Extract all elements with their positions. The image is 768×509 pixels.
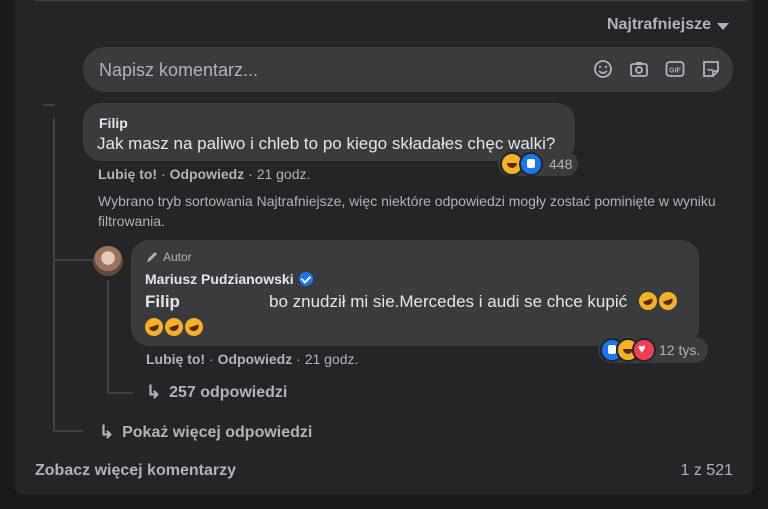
comment-text: Jak masz na paliwo i chleb to po kiego s… (97, 134, 556, 153)
like-reaction-icon (519, 152, 543, 176)
sort-notice: Wybrano tryb sortowania Najtrafniejsze, … (98, 193, 716, 229)
mention-link[interactable]: Filip (145, 292, 180, 312)
comments-panel: Najtrafniejsze GIF Filip Jak masz na pal… (15, 0, 753, 495)
love-reaction-icon (632, 338, 656, 362)
chevron-down-icon (717, 22, 729, 30)
comment-author[interactable]: Filip (99, 115, 128, 131)
reply-bubble: Autor Mariusz Pudzianowski Filip bo znud… (131, 240, 699, 346)
emoji-icon[interactable] (593, 59, 613, 79)
sort-label: Najtrafniejsze (606, 16, 711, 33)
author-badge-label: Autor (163, 250, 192, 264)
thread-line (53, 430, 83, 432)
thread-line (43, 104, 55, 106)
comment-composer: GIF (83, 47, 733, 94)
emoji-group (636, 289, 680, 313)
view-replies-link[interactable]: ↳ 257 odpowiedzi (146, 382, 287, 403)
show-more-replies-link[interactable]: ↳ Pokaż więcej odpowiedzi (99, 422, 312, 443)
reply-arrow-icon: ↳ (99, 422, 115, 442)
reply-author-name: Mariusz Pudzianowski (145, 271, 294, 287)
thread-line (107, 392, 133, 394)
reply-arrow-icon: ↳ (146, 382, 162, 402)
sort-dropdown[interactable]: Najtrafniejsze (607, 16, 729, 34)
thread-line (53, 118, 55, 430)
comment-time[interactable]: 21 godz. (257, 166, 311, 182)
pagination-indicator: 1 z 521 (680, 462, 733, 479)
rofl-emoji-icon (656, 289, 680, 313)
rofl-emoji-icon (636, 289, 660, 313)
comment-actions: Lubię to! · Odpowiedz · 21 godz. (98, 166, 311, 182)
reaction-summary[interactable]: 448 (498, 152, 579, 176)
reply-author[interactable]: Mariusz Pudzianowski (145, 271, 313, 287)
thread-line (107, 280, 109, 392)
reply-button[interactable]: Odpowiedz (218, 351, 293, 367)
like-button[interactable]: Lubię to! (98, 166, 157, 182)
divider (35, 0, 747, 1)
comment-bubble: Filip Jak masz na paliwo i chleb to po k… (83, 103, 575, 161)
pencil-icon (147, 252, 157, 262)
rofl-emoji-icon (142, 315, 166, 339)
like-button[interactable]: Lubię to! (146, 351, 205, 367)
rofl-emoji-icon (162, 315, 186, 339)
svg-text:GIF: GIF (669, 68, 681, 75)
see-more-comments-link[interactable]: Zobacz więcej komentarzy (35, 462, 236, 480)
author-badge: Autor (145, 250, 192, 264)
reaction-summary[interactable]: 12 tys. (598, 337, 709, 363)
sticker-icon[interactable] (701, 59, 721, 79)
reply-text: bo znudził mi sie.Mercedes i audi se chc… (269, 292, 628, 311)
reply-button[interactable]: Odpowiedz (170, 166, 245, 182)
thread-line (53, 259, 93, 261)
gif-icon[interactable]: GIF (665, 59, 685, 79)
reaction-count: 448 (549, 156, 573, 172)
reply-time[interactable]: 21 godz. (305, 351, 359, 367)
reply-actions: Lubię to! · Odpowiedz · 21 godz. (146, 351, 359, 367)
rofl-emoji-icon (182, 315, 206, 339)
emoji-group (142, 315, 206, 339)
camera-icon[interactable] (629, 59, 649, 79)
reaction-count: 12 tys. (659, 342, 701, 358)
avatar[interactable] (93, 246, 123, 276)
verified-icon (298, 272, 313, 286)
replies-label: 257 odpowiedzi (169, 383, 288, 401)
more-replies-label: Pokaż więcej odpowiedzi (122, 423, 313, 441)
comment-input[interactable] (97, 47, 571, 94)
